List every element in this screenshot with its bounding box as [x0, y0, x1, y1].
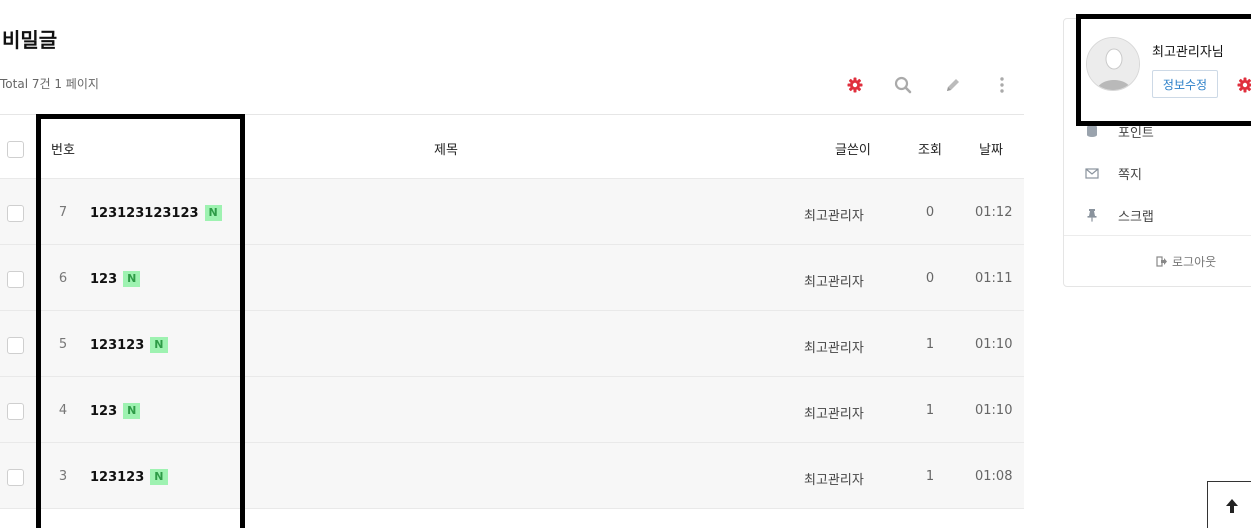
board-title: 비밀글 — [2, 28, 58, 52]
row-writer[interactable]: 최고관리자 — [804, 205, 864, 224]
row-num: 3 — [58, 469, 68, 484]
post-subject[interactable]: 123123 — [90, 470, 144, 485]
logout-button[interactable]: 로그아웃 — [1156, 253, 1216, 270]
header-writer[interactable]: 글쓴이 — [835, 139, 871, 158]
row-date: 01:10 — [975, 337, 1013, 352]
table-header: 번호 제목 글쓴이 조회 날짜 — [0, 114, 1024, 179]
avatar[interactable] — [1086, 37, 1140, 91]
database-icon — [1087, 125, 1097, 137]
row-checkbox[interactable] — [7, 403, 24, 420]
pin-icon — [1087, 209, 1097, 222]
row-checkbox[interactable] — [7, 337, 24, 354]
sign-out-icon — [1156, 256, 1167, 267]
search-icon — [894, 76, 912, 94]
post-subject-link[interactable]: 123123123123 N — [90, 205, 222, 221]
row-checkbox[interactable] — [7, 205, 24, 222]
admin-gear-button[interactable] — [842, 72, 868, 98]
row-views: 0 — [925, 271, 935, 286]
total-count: Total 7건 1 페이지 — [0, 77, 99, 91]
new-badge: N — [123, 271, 141, 287]
post-subject[interactable]: 123 — [90, 404, 117, 419]
more-vertical-icon — [1000, 77, 1004, 93]
row-date: 01:08 — [975, 469, 1013, 484]
arrow-up-icon — [1226, 499, 1238, 513]
board-toolbar — [840, 72, 1020, 98]
row-num: 5 — [58, 337, 68, 352]
post-subject[interactable]: 123123 — [90, 338, 144, 353]
row-views: 1 — [925, 337, 935, 352]
table-row: 5 123123 N 최고관리자 1 01:10 — [0, 311, 1024, 377]
new-badge: N — [150, 337, 168, 353]
row-writer[interactable]: 최고관리자 — [804, 337, 864, 356]
row-writer[interactable]: 최고관리자 — [804, 469, 864, 488]
table-row: 7 123123123123 N 최고관리자 0 01:12 — [0, 179, 1024, 245]
default-avatar-icon — [1087, 38, 1139, 90]
post-subject[interactable]: 123123123123 — [90, 206, 199, 221]
gear-icon — [847, 77, 863, 93]
edit-profile-button[interactable]: 정보수정 — [1152, 70, 1218, 98]
post-subject-link[interactable]: 123 N — [90, 403, 141, 419]
new-badge: N — [204, 205, 222, 221]
post-subject[interactable]: 123 — [90, 272, 117, 287]
user-name: 최고관리자님 — [1152, 45, 1224, 60]
post-subject-link[interactable]: 123123 N — [90, 469, 168, 485]
search-button[interactable] — [890, 72, 916, 98]
row-date: 01:12 — [975, 205, 1013, 220]
row-views: 1 — [925, 403, 935, 418]
post-subject-link[interactable]: 123 N — [90, 271, 141, 287]
row-date: 01:10 — [975, 403, 1013, 418]
sidebar-item-label: 스크랩 — [1118, 210, 1154, 225]
header-num: 번호 — [51, 143, 75, 158]
row-num: 6 — [58, 271, 68, 286]
row-num: 4 — [58, 403, 68, 418]
logout-label: 로그아웃 — [1172, 255, 1217, 269]
header-date[interactable]: 날짜 — [979, 139, 1003, 158]
select-all-checkbox[interactable] — [7, 141, 24, 158]
header-subject: 제목 — [434, 143, 458, 158]
row-date: 01:11 — [975, 271, 1013, 286]
envelope-icon — [1085, 168, 1099, 179]
new-badge: N — [150, 469, 168, 485]
pencil-icon — [946, 78, 959, 91]
sidebar-item-label: 쪽지 — [1118, 168, 1142, 183]
new-badge: N — [123, 403, 141, 419]
row-checkbox[interactable] — [7, 469, 24, 486]
more-options-button[interactable] — [989, 72, 1015, 98]
row-views: 0 — [925, 205, 935, 220]
row-writer[interactable]: 최고관리자 — [804, 271, 864, 290]
write-button[interactable] — [939, 72, 965, 98]
table-row: 3 123123 N 최고관리자 1 01:08 — [0, 443, 1024, 509]
row-num: 7 — [58, 205, 68, 220]
header-views[interactable]: 조회 — [918, 139, 942, 158]
row-writer[interactable]: 최고관리자 — [804, 403, 864, 422]
table-row: 6 123 N 최고관리자 0 01:11 — [0, 245, 1024, 311]
post-subject-link[interactable]: 123123 N — [90, 337, 168, 353]
row-checkbox[interactable] — [7, 271, 24, 288]
divider — [1064, 235, 1251, 236]
table-row: 4 123 N 최고관리자 1 01:10 — [0, 377, 1024, 443]
row-views: 1 — [925, 469, 935, 484]
gear-icon[interactable] — [1237, 77, 1251, 93]
scroll-top-button[interactable] — [1207, 481, 1251, 528]
profile-box: 최고관리자님 정보수정 — [1076, 14, 1251, 126]
